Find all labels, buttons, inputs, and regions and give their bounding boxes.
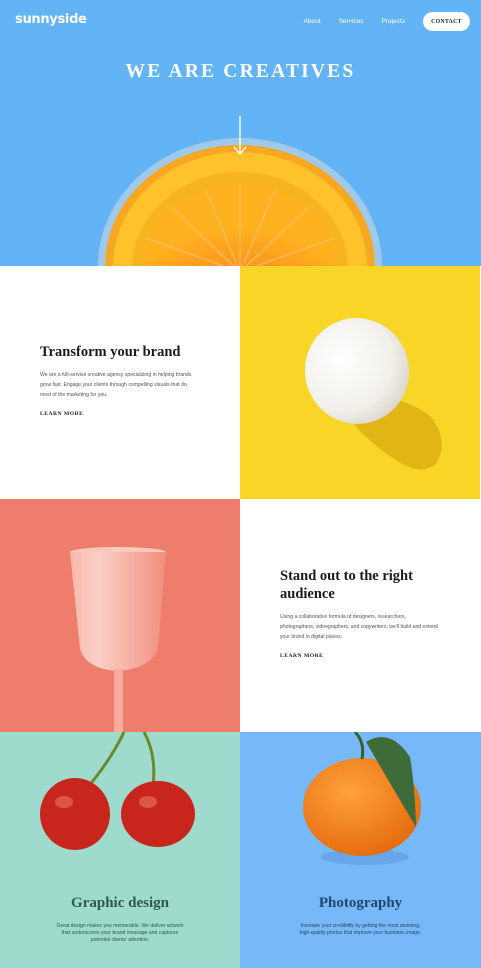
photography-title: Photography [318,895,403,911]
graphic-design-text: Great design makes you memorable. We del… [56,923,184,944]
transform-section: Transform your brand We are a full-servi… [0,266,240,499]
standout-section: Stand out to the right audience Using a … [240,499,481,732]
logo[interactable]: sunnyside [15,12,87,27]
transform-title: Transform your brand [40,344,181,360]
photography-text: Increase your credibility by getting the… [299,923,422,937]
standout-text: Using a collaborative formula of designe… [280,614,438,640]
photography-card: Photography Increase your credibility by… [240,732,481,968]
nav-link-about[interactable]: About [304,18,321,25]
hero-title: WE ARE CREATIVES [125,61,356,82]
graphic-design-card: Graphic design Great design makes you me… [0,732,240,968]
contact-button[interactable]: CONTACT [423,12,470,31]
egg-illustration [304,318,442,470]
standout-learn-more-link[interactable]: LEARN MORE [278,653,325,660]
main-nav: About Services Projects CONTACT [304,12,470,31]
graphic-design-title: Graphic design [71,895,169,911]
egg-image [240,266,480,499]
transform-text: We are a full-service creative agency sp… [40,372,192,398]
hero-section: sunnyside About Services Projects CONTAC… [0,0,481,266]
nav-link-services[interactable]: Services [339,18,364,25]
nav-link-projects[interactable]: Projects [382,18,405,25]
glass-image [0,499,240,732]
transform-learn-more-link[interactable]: LEARN MORE [38,411,85,418]
glass-illustration [70,547,166,732]
arrow-down-icon[interactable] [232,116,248,156]
standout-title: Stand out to the right audience [280,568,413,602]
